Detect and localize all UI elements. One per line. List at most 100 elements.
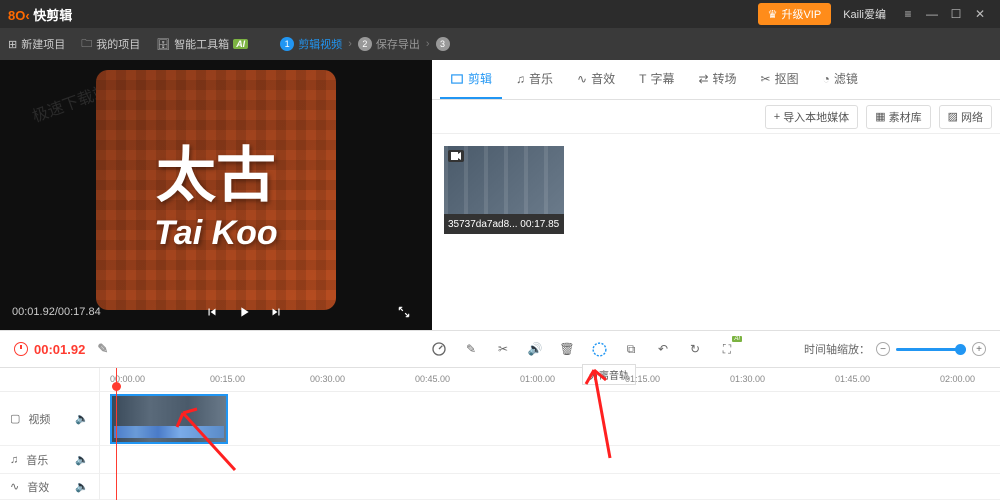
my-projects-button[interactable]: 🗀 我的项目 <box>81 35 140 54</box>
tab-cutout[interactable]: ✂抠图 <box>751 60 809 99</box>
player-controls: 00:01.92/00:17.84 <box>0 294 432 330</box>
media-grid: 35737da7ad8... 00:17.85 <box>432 134 1000 330</box>
redo-button[interactable]: ↻ <box>686 340 704 358</box>
tab-clip[interactable]: 剪辑 <box>440 60 502 99</box>
scissors-icon: ✂ <box>761 72 771 86</box>
clip-thumbnail <box>444 146 564 214</box>
separate-audio-button[interactable]: 分离音轨 <box>590 340 608 358</box>
plus-icon: + <box>774 111 780 123</box>
volume-button[interactable]: 🔊 <box>526 340 544 358</box>
ruler-tick: 01:15.00 <box>625 374 660 384</box>
step-three[interactable]: 3 <box>436 37 450 51</box>
ruler-tick: 01:45.00 <box>835 374 870 384</box>
fullscreen-button[interactable] <box>388 296 420 328</box>
maximize-button[interactable]: ☐ <box>944 4 968 24</box>
toolbox-icon: 🗄 <box>156 38 170 51</box>
video-track-label[interactable]: ▢视频 🔈 <box>0 392 99 446</box>
wave-icon: ∿ <box>577 72 587 86</box>
edit-button[interactable]: ✎ <box>462 340 480 358</box>
crown-icon: ♛ <box>768 8 778 21</box>
mute-icon[interactable]: 🔈 <box>75 480 89 493</box>
track-labels: ▢视频 🔈 ♫音乐 🔈 ∿音效 🔈 <box>0 368 100 500</box>
step-export[interactable]: 2 保存导出 <box>358 36 420 52</box>
upgrade-vip-button[interactable]: ♛ 升级VIP <box>758 3 832 25</box>
tab-transition[interactable]: ⇄转场 <box>688 60 746 99</box>
ruler-tick: 00:45.00 <box>415 374 450 384</box>
cut-button[interactable]: ✂ <box>494 340 512 358</box>
text-icon: T <box>639 72 646 86</box>
menubar: ⊞ 新建项目 🗀 我的项目 🗄 智能工具箱 AI 1 剪辑视频 › 2 保存导出… <box>0 28 1000 60</box>
next-button[interactable] <box>260 296 292 328</box>
sfx-track[interactable] <box>100 474 1000 500</box>
track-area[interactable]: 00:00.0000:15.0000:30.0000:45.0001:00.00… <box>100 368 1000 500</box>
chevron-right-icon: › <box>348 38 352 50</box>
zoom-out-button[interactable]: − <box>876 342 890 356</box>
clip-label: 35737da7ad8... 00:17.85 <box>444 214 564 234</box>
copy-button[interactable]: ⧉ <box>622 340 640 358</box>
filter-icon: ◔ <box>823 72 830 86</box>
media-tabs: 剪辑 ♫音乐 ∿音效 T字幕 ⇄转场 ✂抠图 ◔滤镜 <box>432 60 1000 100</box>
mute-icon[interactable]: 🔈 <box>75 453 89 466</box>
media-clip-item[interactable]: 35737da7ad8... 00:17.85 <box>444 146 564 234</box>
image-icon: ▨ <box>948 110 958 123</box>
timeline-toolbar: 00:01.92 ✎ ✎ ✂ 🔊 🗑 分离音轨 ⧉ ↶ ↻ ⛶ 时间轴缩放： −… <box>0 330 1000 368</box>
speed-button[interactable] <box>430 340 448 358</box>
grid-icon: ▦ <box>875 110 885 123</box>
pencil-icon[interactable]: ✎ <box>97 341 108 357</box>
timeline-zoom: 时间轴缩放： − + <box>804 341 986 357</box>
sfx-track-label[interactable]: ∿音效 🔈 <box>0 474 99 500</box>
playhead[interactable] <box>116 368 117 500</box>
ruler-tick: 00:15.00 <box>210 374 245 384</box>
preview-panel: 极速下载站 太古 Tai Koo 00:01.92/00:17.84 <box>0 60 432 330</box>
transition-icon: ⇄ <box>698 72 708 86</box>
timeline: ▢视频 🔈 ♫音乐 🔈 ∿音效 🔈 00:00.0000:15.0000:30.… <box>0 368 1000 500</box>
close-button[interactable]: ✕ <box>968 4 992 24</box>
timeline-clip[interactable] <box>110 394 228 444</box>
music-track[interactable] <box>100 446 1000 474</box>
menu-button[interactable]: ≡ <box>896 4 920 24</box>
titlebar: 8O‹ 快剪辑 ♛ 升级VIP Kaili爱编 ≡ — ☐ ✕ <box>0 0 1000 28</box>
media-tools: +导入本地媒体 ▦素材库 ▨网络 <box>432 100 1000 134</box>
media-panel: 剪辑 ♫音乐 ∿音效 T字幕 ⇄转场 ✂抠图 ◔滤镜 +导入本地媒体 ▦素材库 … <box>432 60 1000 330</box>
undo-button[interactable]: ↶ <box>654 340 672 358</box>
playback-time: 00:01.92/00:17.84 <box>12 306 101 318</box>
new-project-button[interactable]: ⊞ 新建项目 <box>8 36 65 52</box>
tab-filter[interactable]: ◔滤镜 <box>813 60 868 99</box>
zoom-in-button[interactable]: + <box>972 342 986 356</box>
ruler-tick: 01:00.00 <box>520 374 555 384</box>
prev-button[interactable] <box>196 296 228 328</box>
wave-icon: ∿ <box>10 480 19 493</box>
video-track[interactable] <box>100 392 1000 446</box>
video-type-icon <box>448 150 464 162</box>
chevron-right-icon: › <box>426 38 430 50</box>
timeline-current-time[interactable]: 00:01.92 ✎ <box>14 341 108 357</box>
import-media-button[interactable]: +导入本地媒体 <box>765 105 858 129</box>
tab-subtitle[interactable]: T字幕 <box>629 60 684 99</box>
auto-fit-button[interactable]: ⛶ <box>718 340 736 358</box>
mute-icon[interactable]: 🔈 <box>75 412 89 425</box>
preview-video[interactable]: 太古 Tai Koo <box>96 70 336 310</box>
ai-badge-icon: AI <box>233 39 248 49</box>
app-logo: 8O‹ 快剪辑 <box>8 5 72 24</box>
play-button[interactable] <box>228 296 260 328</box>
zoom-slider[interactable] <box>896 348 966 351</box>
tab-sfx[interactable]: ∿音效 <box>567 60 625 99</box>
music-track-label[interactable]: ♫音乐 🔈 <box>0 446 99 474</box>
user-name[interactable]: Kaili爱编 <box>843 6 886 22</box>
minimize-button[interactable]: — <box>920 4 944 24</box>
plus-box-icon: ⊞ <box>8 38 17 51</box>
delete-button[interactable]: 🗑 <box>558 340 576 358</box>
library-button[interactable]: ▦素材库 <box>866 105 930 129</box>
step-edit[interactable]: 1 剪辑视频 <box>280 36 342 52</box>
music-icon: ♫ <box>10 454 18 466</box>
network-button[interactable]: ▨网络 <box>939 105 992 129</box>
ruler-tick: 00:30.00 <box>310 374 345 384</box>
smart-toolbox-button[interactable]: 🗄 智能工具箱 AI <box>156 36 248 52</box>
tab-music[interactable]: ♫音乐 <box>506 60 563 99</box>
ruler-tick: 02:00.00 <box>940 374 975 384</box>
folder-icon: 🗀 <box>81 35 92 54</box>
music-icon: ♫ <box>516 72 525 86</box>
ruler-tick: 01:30.00 <box>730 374 765 384</box>
time-ruler[interactable]: 00:00.0000:15.0000:30.0000:45.0001:00.00… <box>100 368 1000 392</box>
workflow-steps: 1 剪辑视频 › 2 保存导出 › 3 <box>280 36 449 52</box>
